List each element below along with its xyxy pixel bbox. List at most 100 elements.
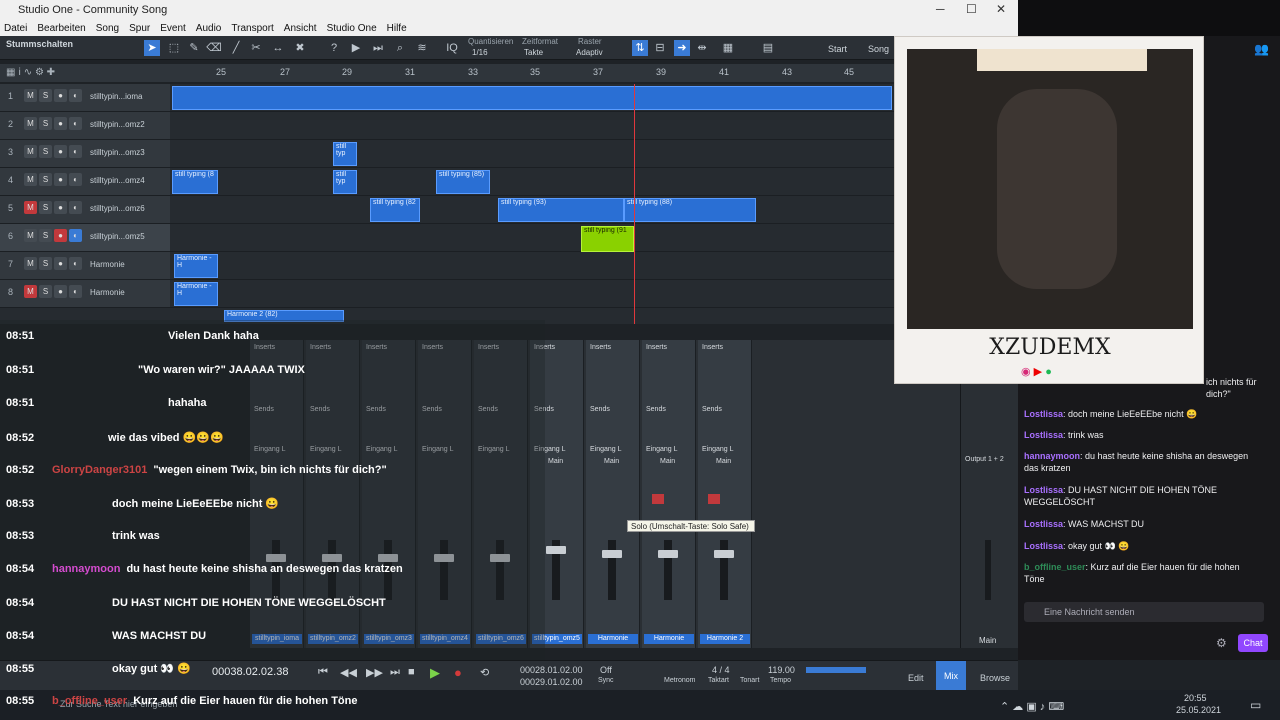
edit-tab[interactable]: Edit [908,673,924,683]
output-fader-track[interactable] [985,540,991,600]
mute-button[interactable]: M [24,89,37,102]
track-name[interactable]: Harmonie [90,288,125,297]
inserts-label[interactable]: Inserts [702,344,723,351]
record-button[interactable]: ● [54,89,67,102]
signature-value[interactable]: 4 / 4 [712,665,730,675]
monitor-button[interactable]: ◐ [69,145,82,158]
channel-label[interactable]: Harmonie [644,634,694,644]
paint-tool-icon[interactable]: ╱ [228,40,244,56]
record-button[interactable]: ● [54,285,67,298]
mute-button[interactable]: M [24,117,37,130]
solo-button[interactable]: S [39,173,52,186]
forward-end-icon[interactable]: ⏭ [390,666,400,679]
audio-clip[interactable]: still typing (93) [498,198,624,222]
solo-button[interactable]: S [39,89,52,102]
solo-button[interactable]: S [39,285,52,298]
song-page-button[interactable]: Song [868,44,889,54]
menu-hilfe[interactable]: Hilfe [387,23,407,34]
sends-label[interactable]: Sends [646,406,666,413]
time-display[interactable]: 00038.02.02.38 [212,666,288,678]
grid-icon[interactable]: ⊟ [652,40,668,56]
mute-button[interactable]: M [24,201,37,214]
metronome-label[interactable]: Metronom [664,677,696,684]
input-label[interactable]: Eingang L [646,446,678,453]
mute-button[interactable]: M [24,145,37,158]
zoom-tool-icon[interactable]: ⌕ [392,40,408,56]
inserts-label[interactable]: Inserts [646,344,667,351]
menu-audio[interactable]: Audio [196,23,222,34]
pencil-tool-icon[interactable]: ✎ [186,40,202,56]
track-header[interactable]: 6 M S ● ◐ stilltypin...omz5 [0,224,170,251]
fader-cap[interactable] [602,550,622,558]
listen-tool-icon[interactable]: ▶ [348,40,364,56]
track-header[interactable]: 7 M S ● ◐ Harmonie [0,252,170,279]
timebase-select[interactable]: Takte [524,48,543,57]
record-button[interactable]: ● [54,145,67,158]
mute-button[interactable]: M [24,173,37,186]
record-icon[interactable]: ● [454,665,462,680]
notification-icon[interactable]: ▭ [1250,698,1261,712]
timeline-ruler[interactable]: 25 27 29 31 33 35 37 39 41 43 45 [172,64,894,82]
menu-ansicht[interactable]: Ansicht [284,23,317,34]
solo-button[interactable]: S [39,145,52,158]
monitor-button[interactable]: ◐ [69,229,82,242]
mute-button[interactable]: M [24,229,37,242]
track-header[interactable]: 1 M S ● ◐ stilltypin...ioma [0,84,170,111]
volume-fader-track[interactable] [602,540,622,600]
range-tool-icon[interactable]: ⬚ [166,40,182,56]
channel-label[interactable]: Harmonie 2 [700,634,750,644]
track-header[interactable]: 3 M S ● ◐ stilltypin...omz3 [0,140,170,167]
track-header[interactable]: 5 M S ● ◐ stilltypin...omz6 [0,196,170,223]
audio-clip[interactable]: still typing (82 [370,198,420,222]
record-button[interactable]: ● [54,229,67,242]
rewind-start-icon[interactable]: ⏮ [318,666,328,679]
sends-label[interactable]: Sends [702,406,722,413]
mute-button[interactable]: M [24,257,37,270]
quantize-icon[interactable]: IQ [444,40,460,56]
help-icon[interactable]: ? [326,40,342,56]
menu-transport[interactable]: Transport [231,23,273,34]
fader-cap[interactable] [546,546,566,554]
audio-clip[interactable]: still typing (85) [436,170,490,194]
main-label[interactable]: Main [716,458,731,465]
audio-clip[interactable]: still typing (91 [581,226,634,252]
close-icon[interactable]: ✕ [996,2,1006,16]
menu-event[interactable]: Event [160,23,186,34]
audio-clip[interactable]: Harmonie - H [174,282,218,306]
mute-button[interactable] [652,494,664,504]
autoscroll-icon[interactable]: ➜ [674,40,690,56]
preset-select[interactable]: Stummschalten [6,39,73,49]
solo-button[interactable]: S [39,257,52,270]
record-button[interactable]: ● [54,117,67,130]
track-row[interactable]: 2 M S ● ◐ stilltypin...omz2 [0,112,894,140]
monitor-button[interactable]: ◐ [69,257,82,270]
monitor-button[interactable]: ◐ [69,201,82,214]
mute-tool-icon[interactable]: ✖ [292,40,308,56]
track-row[interactable]: 5 M S ● ◐ stilltypin...omz6 [0,196,894,224]
play-icon[interactable]: ▶ [430,665,440,681]
storage-icon[interactable]: ▤ [760,40,776,56]
mute-button[interactable]: M [24,285,37,298]
menu-datei[interactable]: Datei [4,23,27,34]
snap-select[interactable]: Adaptiv [576,48,603,57]
clock-time[interactable]: 20:55 [1184,693,1207,703]
quantize-select[interactable]: 1/16 [472,48,488,57]
sync-value[interactable]: Off [600,665,612,675]
audio-clip[interactable]: Harmonie - H [174,254,218,278]
loop-end[interactable]: 00029.01.02.00 [520,677,583,687]
sends-label[interactable]: Sends [590,406,610,413]
start-page-button[interactable]: Start [828,44,847,54]
channel-label[interactable]: Harmonie [588,634,638,644]
arrow-tool-icon[interactable]: ➤ [144,40,160,56]
chat-input[interactable]: Eine Nachricht senden [1024,602,1264,622]
forward-icon[interactable]: ▶▶ [366,666,383,679]
eraser-tool-icon[interactable]: ⌫ [206,40,222,56]
stop-icon[interactable]: ■ [408,666,415,678]
chat-settings-icon[interactable]: ⚙ [1216,636,1227,650]
layout-icon[interactable]: ▦ [720,40,736,56]
solo-button[interactable]: S [39,229,52,242]
input-label[interactable]: Eingang L [590,446,622,453]
audio-clip[interactable]: still typing (8 [172,170,218,194]
menu-studio-one[interactable]: Studio One [327,23,377,34]
monitor-button[interactable]: ◐ [69,173,82,186]
